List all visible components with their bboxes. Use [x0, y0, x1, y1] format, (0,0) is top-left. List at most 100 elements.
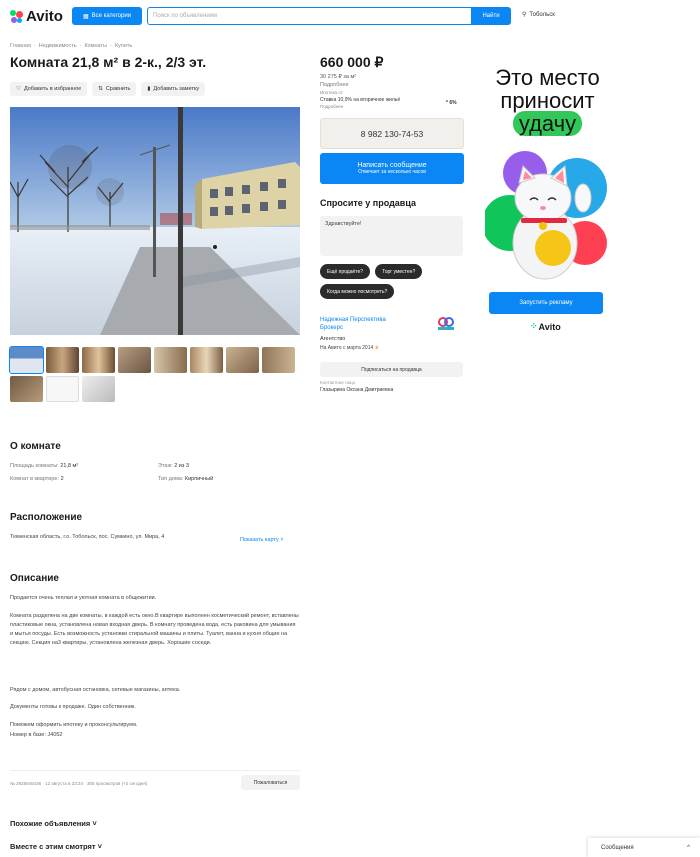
quick-question-chip[interactable]: Когда можно посмотреть? [320, 284, 395, 299]
ask-seller-input[interactable]: Здравствуйте! [320, 216, 463, 256]
price-details-link[interactable]: Подробнее [320, 82, 349, 88]
location-selector[interactable]: ⚲ Тобольск [522, 11, 555, 19]
mortgage-percent: * 6% [446, 100, 457, 106]
ask-seller-title: Спросите у продавца [320, 198, 416, 208]
search-placeholder: Поиск по объявлениям [153, 13, 218, 19]
seller-since: На Авито с марта 2014 ♛ [320, 345, 379, 351]
add-favorite-label: Добавить в избранное [23, 86, 82, 92]
photo-thumbnail[interactable] [10, 376, 43, 402]
logo-dots-icon [10, 9, 24, 24]
badge-icon: ♛ [374, 345, 380, 351]
add-note-label: Добавить заметку [153, 86, 200, 92]
breadcrumb-item[interactable]: Комнаты [84, 43, 107, 49]
description-paragraph: Комната разделена на две комнаты, в кажд… [10, 613, 299, 646]
mortgage-link[interactable]: Подробнее [320, 104, 343, 109]
photo-thumbnail[interactable] [262, 347, 295, 373]
description-paragraph: Номер в базе: J4052 [10, 732, 63, 738]
quick-question-chip[interactable]: Ещё продаёте? [320, 264, 371, 279]
description-paragraph: Рядом с домом, автобусная остановка, сет… [10, 687, 181, 693]
prop-label: Этаж: [158, 463, 173, 469]
page-title: Комната 21,8 м² в 2-к., 2/3 эт. [10, 54, 207, 70]
note-icon: ▮ [147, 86, 151, 92]
compare-button[interactable]: ⇅ Сравнить [92, 82, 137, 96]
description-title: Описание [10, 573, 59, 584]
chevron-up-icon: ^ [687, 844, 690, 851]
divider [10, 770, 300, 771]
write-message-button[interactable]: Написать сообщение Отвечает за несколько… [320, 153, 464, 184]
seller-name-line: Брокерс [320, 325, 343, 331]
photo-thumbnail[interactable] [226, 347, 259, 373]
lucky-cat-icon[interactable] [485, 148, 610, 288]
ask-seller-value: Здравствуйте! [325, 221, 362, 227]
location-pin-icon: ⚲ [522, 12, 527, 18]
price: 660 000 ₽ [320, 54, 384, 70]
description-paragraph: Продается очень теплая и уютная комната … [10, 595, 157, 601]
complain-button[interactable]: Пожаловаться [241, 775, 300, 790]
similar-listings-toggle[interactable]: Похожие объявления ˅ [10, 819, 97, 828]
photo-thumbnail[interactable] [154, 347, 187, 373]
logo-text: Avito [26, 8, 63, 25]
mortgage-label: Ипотека от [320, 90, 343, 95]
show-phone-button[interactable]: 8 982 130-74-53 [320, 118, 464, 149]
subscribe-seller-button[interactable]: Подписаться на продавца [320, 362, 463, 377]
price-per-m2: 30 275 ₽ за м² [320, 74, 357, 80]
breadcrumb-item[interactable]: Недвижимость [39, 43, 77, 49]
show-map-link[interactable]: Показать карту ˅ [240, 537, 284, 543]
messages-widget[interactable]: Сообщения ^ [588, 838, 700, 857]
seller-since-text: На Авито с марта 2014 [320, 345, 374, 351]
main-photo[interactable] [10, 107, 300, 335]
prop-label: Комнат в квартире: [10, 476, 60, 482]
logo-dots-icon: ⁘ [530, 321, 538, 331]
all-categories-button[interactable]: ▦ Все категории [72, 7, 142, 25]
ad-line: приносит [500, 88, 595, 113]
write-message-label: Написать сообщение [357, 162, 427, 169]
prop-value: 2 [60, 476, 64, 482]
ad-line: Это место [495, 65, 600, 90]
description-paragraph: Документы готовы к продаже. Один собстве… [10, 704, 136, 710]
launch-ad-button[interactable]: Запустить рекламу [489, 292, 603, 314]
search-button[interactable]: Найти [471, 7, 511, 25]
heart-icon: ♡ [16, 86, 21, 92]
ad-avito-logo: ⁘ Avito [530, 321, 561, 332]
winter-street-photo [10, 107, 300, 335]
write-message-sub: Отвечает за несколько часов [358, 169, 426, 175]
prop-row: Площадь комнаты: 21,8 м² [10, 463, 78, 469]
photo-thumbnail[interactable] [118, 347, 151, 373]
location-title: Расположение [10, 512, 83, 523]
photo-thumbnail[interactable] [82, 376, 115, 402]
also-viewed-toggle[interactable]: Вместе с этим смотрят ˅ [10, 842, 102, 851]
seller-name-link[interactable]: Надежная Перспектива Брокерс [320, 316, 386, 332]
quick-questions: Ещё продаёте? Торг уместен? Когда можно … [320, 264, 470, 299]
photo-thumbnail[interactable] [46, 347, 79, 373]
ad-highlight: удачу [512, 111, 583, 136]
breadcrumb-item[interactable]: Главная [10, 43, 31, 49]
prop-row: Этаж: 2 из 3 [158, 463, 189, 469]
mortgage-text: Ставка 10,9% на вторичное жильё [320, 97, 401, 103]
all-categories-label: Все категории [91, 13, 132, 19]
photo-thumbnail[interactable] [82, 347, 115, 373]
agency-logo-icon[interactable] [436, 316, 456, 332]
breadcrumb-item[interactable]: Купить [115, 43, 132, 49]
breadcrumb: Главная · Недвижимость · Комнаты · Купить [10, 43, 133, 49]
grid-icon: ▦ [82, 13, 89, 20]
quick-question-chip[interactable]: Торг уместен? [375, 264, 423, 279]
prop-value: Кирпичный [184, 476, 214, 482]
contact-person-name: Глазырина Оксана Дмитриевна [320, 387, 394, 393]
photo-thumbnails [9, 346, 300, 402]
seller-type: Агентство [320, 336, 346, 342]
description-paragraph: Поможем оформить ипотеку и проконсультир… [10, 722, 138, 728]
add-favorite-button[interactable]: ♡ Добавить в избранное [10, 82, 88, 96]
prop-row: Тип дома: Кирпичный [158, 476, 213, 482]
photo-thumbnail[interactable] [46, 376, 79, 402]
photo-thumbnail[interactable] [9, 346, 44, 374]
ad-banner-text[interactable]: Это место приносит удачу [485, 65, 610, 136]
avito-logo[interactable]: Avito [10, 8, 63, 25]
prop-value: 21,8 м² [60, 463, 79, 469]
top-header: Avito ▦ Все категории Поиск по объявлени… [0, 0, 700, 32]
search-input[interactable]: Поиск по объявлениям [147, 7, 472, 25]
compare-label: Сравнить [105, 86, 131, 92]
add-note-button[interactable]: ▮ Добавить заметку [141, 82, 206, 96]
photo-thumbnail[interactable] [190, 347, 223, 373]
compare-icon: ⇅ [98, 86, 103, 92]
prop-label: Тип дома: [158, 476, 184, 482]
